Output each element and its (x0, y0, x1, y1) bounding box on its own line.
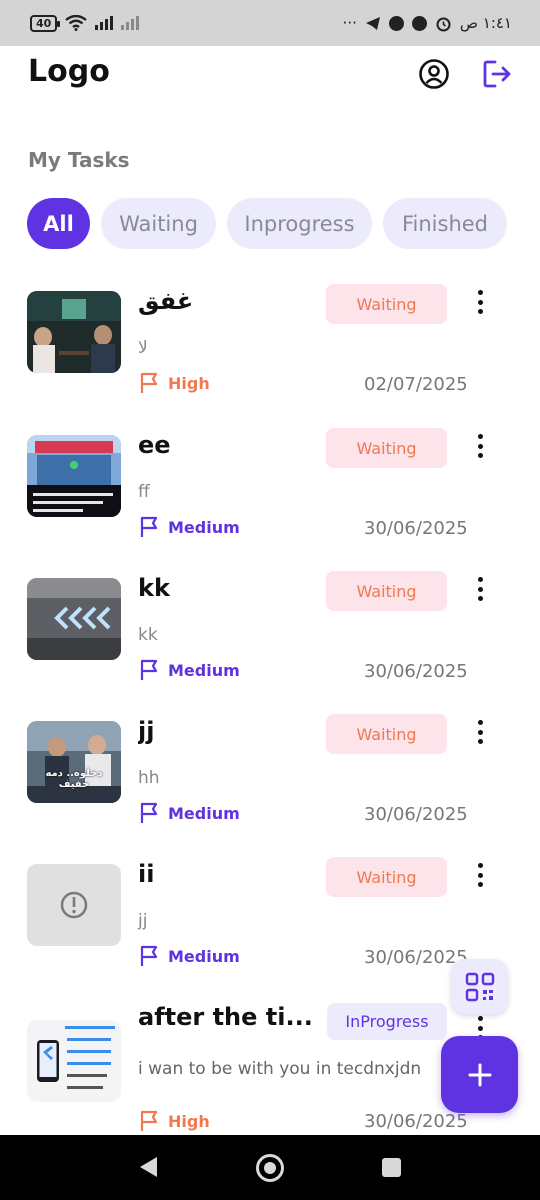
alarm-icon (436, 17, 451, 31)
more-options-button[interactable] (470, 717, 490, 747)
priority-text: Medium (168, 660, 240, 680)
priority-label: Medium (139, 659, 240, 681)
home-icon[interactable] (256, 1154, 284, 1182)
task-title: jj (138, 717, 155, 745)
status-right: ··· ١:٤١ ص (343, 14, 512, 32)
recent-apps-icon[interactable] (382, 1158, 401, 1177)
signal-off-icon (121, 16, 140, 30)
task-date: 30/06/2025 (364, 1111, 468, 1132)
add-task-button[interactable] (441, 1036, 518, 1113)
priority-text: High (168, 1111, 210, 1131)
plus-icon (468, 1063, 491, 1086)
more-options-button[interactable] (470, 574, 490, 604)
task-title: after the ti... (138, 1003, 313, 1031)
app-header: Logo (0, 46, 540, 104)
flag-icon (140, 516, 158, 537)
filter-chips: All Waiting Inprogress Finished (27, 198, 507, 249)
task-title: غفق (138, 287, 194, 315)
more-options-button[interactable] (470, 287, 490, 317)
filter-chip-inprogress[interactable]: Inprogress (227, 198, 372, 249)
more-options-button[interactable] (470, 431, 490, 461)
task-description: i wan to be with you in tecdnxjdn (138, 1059, 422, 1079)
task-date: 30/06/2025 (364, 661, 468, 682)
task-date: 30/06/2025 (364, 804, 468, 825)
more-options-button[interactable] (470, 860, 490, 890)
task-description: jj (138, 911, 148, 931)
back-icon[interactable] (137, 1155, 159, 1179)
flag-icon (140, 659, 158, 680)
thumbnail-caption: دخلوه.. دمه خفيف (45, 768, 103, 790)
more-dots-icon: ··· (342, 13, 357, 32)
facebook-icon (388, 15, 404, 31)
status-badge: InProgress (327, 1003, 447, 1040)
logout-button[interactable] (481, 58, 513, 90)
priority-text: Medium (168, 946, 240, 966)
task-item[interactable]: دخلوه.. دمه خفيف jj Waiting hh Medium 30… (0, 714, 540, 861)
task-item[interactable]: ee Waiting ff Medium 30/06/2025 (0, 428, 540, 575)
task-date: 02/07/2025 (364, 374, 468, 395)
priority-label: Medium (139, 802, 240, 824)
qr-code-icon (465, 972, 494, 1001)
task-thumbnail (27, 1020, 121, 1102)
battery-icon: 40 (30, 14, 61, 32)
priority-label: High (139, 372, 210, 394)
status-badge: Waiting (326, 571, 447, 611)
status-badge: Waiting (326, 714, 447, 754)
filter-chip-all[interactable]: All (27, 198, 90, 249)
status-badge: Waiting (326, 857, 447, 897)
task-description: hh (138, 768, 160, 788)
clock-text: ١:٤١ ص (459, 14, 512, 32)
priority-label: High (139, 1110, 210, 1132)
flag-icon (140, 945, 158, 966)
task-item[interactable]: kk Waiting kk Medium 30/06/2025 (0, 571, 540, 718)
telegram-icon (365, 16, 380, 30)
task-thumbnail (27, 435, 121, 517)
task-description: ff (138, 482, 150, 502)
status-left: 40 (30, 14, 140, 32)
task-thumbnail-placeholder (27, 864, 121, 946)
task-date: 30/06/2025 (364, 518, 468, 539)
status-badge: Waiting (326, 284, 447, 324)
task-thumbnail (27, 291, 121, 373)
flag-icon (140, 372, 158, 393)
priority-text: Medium (168, 803, 240, 823)
wifi-icon (65, 15, 88, 31)
priority-text: Medium (168, 517, 240, 537)
signal-icon (95, 16, 114, 30)
status-bar: 40 ··· ١:٤١ ص (0, 0, 540, 46)
filter-chip-waiting[interactable]: Waiting (101, 198, 216, 249)
flag-icon (140, 802, 158, 823)
profile-button[interactable] (418, 58, 450, 90)
error-icon (60, 891, 88, 919)
task-item[interactable]: غفق Waiting لا High 02/07/2025 (0, 284, 540, 431)
task-description: kk (138, 625, 158, 645)
profile-icon (419, 59, 449, 89)
section-title: My Tasks (28, 148, 130, 172)
flag-icon (140, 1110, 158, 1131)
system-navigation-bar (0, 1135, 540, 1200)
priority-label: Medium (139, 516, 240, 538)
task-description: لا (138, 338, 148, 358)
status-badge: Waiting (326, 428, 447, 468)
task-title: ii (138, 860, 155, 888)
priority-text: High (168, 373, 210, 393)
task-thumbnail: دخلوه.. دمه خفيف (27, 721, 121, 803)
filter-chip-finished[interactable]: Finished (383, 198, 507, 249)
task-thumbnail (27, 578, 121, 660)
logout-icon (483, 60, 511, 88)
priority-label: Medium (139, 945, 240, 967)
task-title: kk (138, 574, 170, 602)
messenger-icon (411, 15, 427, 31)
logo: Logo (28, 54, 110, 89)
task-title: ee (138, 431, 171, 459)
qr-scan-button[interactable] (451, 959, 508, 1014)
